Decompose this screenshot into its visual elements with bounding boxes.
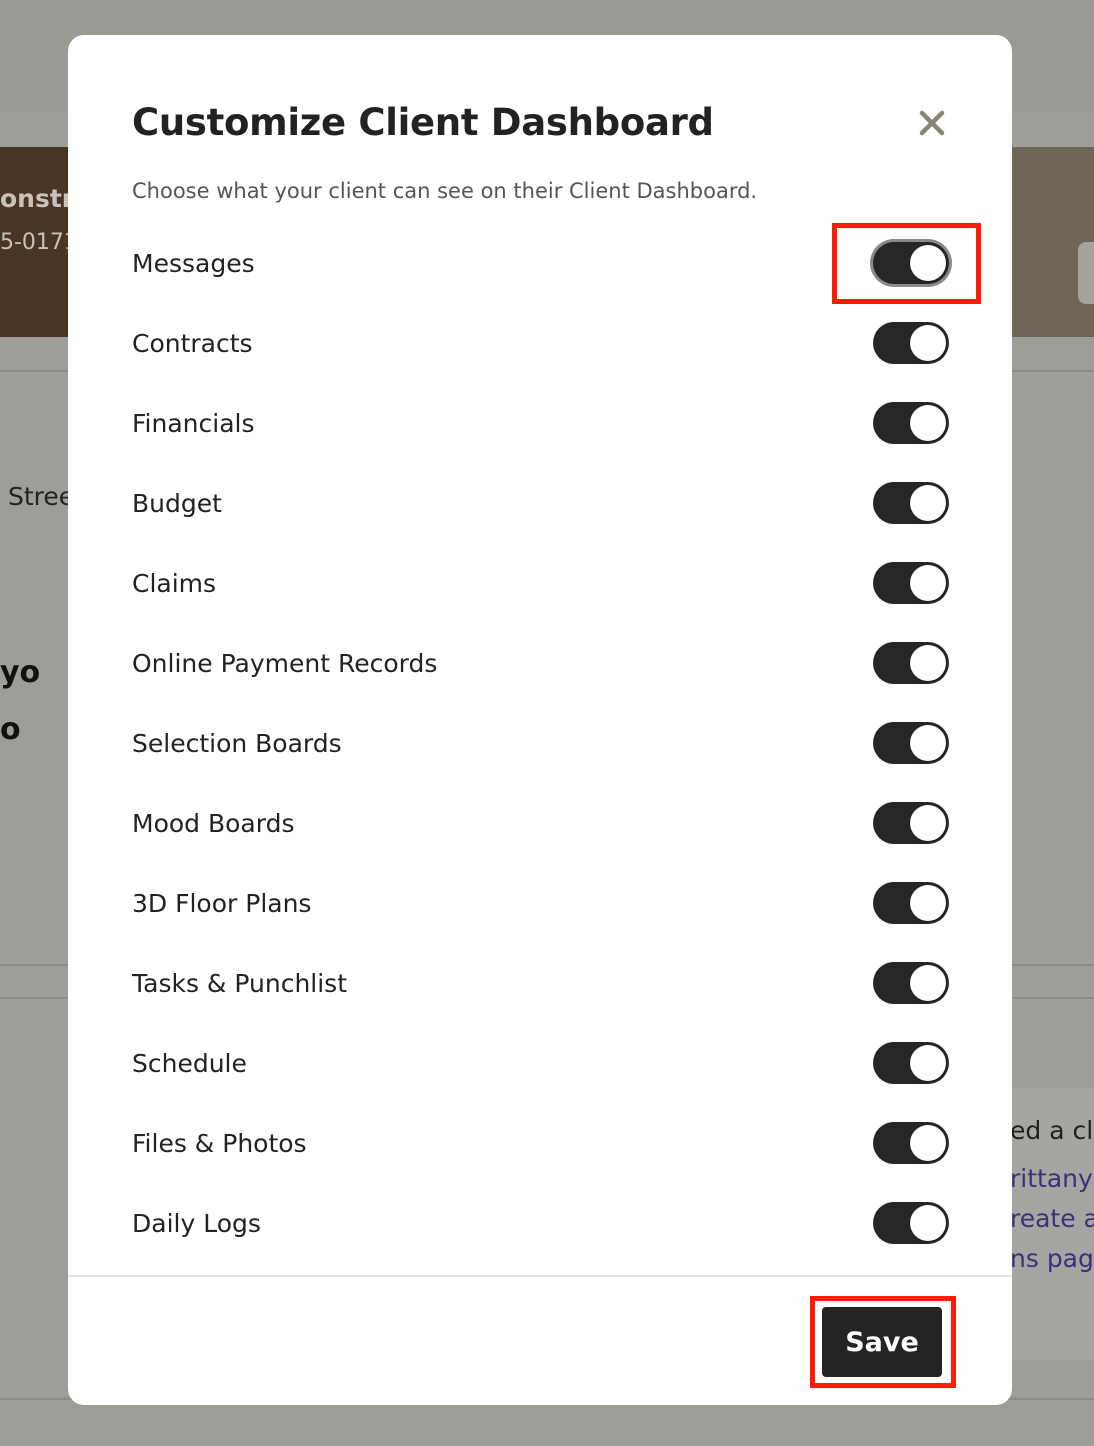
schedule-toggle[interactable] [873,1042,949,1084]
toggle-knob [910,245,946,281]
background-hero-image-right [1010,147,1094,337]
background-heading: yo [0,655,41,690]
background-card-text: ed a cla [1010,1116,1094,1145]
close-button[interactable] [914,105,950,141]
toggle-label: Online Payment Records [132,648,438,678]
toggle-label: Claims [132,568,217,598]
background-card-link: ns page [1010,1244,1094,1273]
toggle-row-daily-logs: Daily Logs [132,1193,952,1253]
daily-logs-toggle[interactable] [873,1202,949,1244]
toggle-row-tasks-punchlist: Tasks & Punchlist [132,953,952,1013]
toggle-row-contracts: Contracts [132,313,952,373]
toggle-knob [910,325,946,361]
mood-boards-toggle[interactable] [873,802,949,844]
toggle-knob [910,1205,946,1241]
toggle-knob [910,725,946,761]
toggle-label: Contracts [132,328,253,358]
background-card-link: rittany [1010,1164,1093,1193]
toggle-knob [910,1045,946,1081]
save-button[interactable]: Save [822,1307,942,1377]
toggle-row-messages: Messages [132,233,952,293]
toggle-knob [910,485,946,521]
online-payment-records-toggle[interactable] [873,642,949,684]
toggle-label: Budget [132,488,222,518]
background-hero-button [1078,242,1094,304]
toggle-row-files-photos: Files & Photos [132,1113,952,1173]
toggle-label: Financials [132,408,255,438]
files-photos-toggle[interactable] [873,1122,949,1164]
toggle-knob [910,965,946,1001]
toggle-label: Schedule [132,1048,247,1078]
toggle-label: Messages [132,248,255,278]
background-phone: 5-0171 [0,230,78,255]
toggle-row-selection-boards: Selection Boards [132,713,952,773]
toggle-label: Files & Photos [132,1128,307,1158]
toggle-label: Mood Boards [132,808,295,838]
toggle-row-online-payment-records: Online Payment Records [132,633,952,693]
toggle-label: Daily Logs [132,1208,261,1238]
background-street: Stree [8,482,75,511]
toggle-label: Selection Boards [132,728,342,758]
toggle-row-mood-boards: Mood Boards [132,793,952,853]
toggle-knob [910,885,946,921]
toggle-row-budget: Budget [132,473,952,533]
toggle-label: 3D Floor Plans [132,888,312,918]
background-card-link: reate a [1010,1204,1094,1233]
budget-toggle[interactable] [873,482,949,524]
toggle-knob [910,565,946,601]
tasks-punchlist-toggle[interactable] [873,962,949,1004]
toggle-row-financials: Financials [132,393,952,453]
toggle-knob [910,405,946,441]
customize-dashboard-modal: Customize Client Dashboard Choose what y… [68,35,1012,1405]
toggle-row-3d-floor-plans: 3D Floor Plans [132,873,952,933]
modal-title: Customize Client Dashboard [132,101,714,144]
close-icon [919,110,945,136]
toggle-knob [910,1125,946,1161]
footer-divider [68,1275,1012,1277]
financials-toggle[interactable] [873,402,949,444]
messages-toggle[interactable] [873,242,949,284]
toggle-knob [910,645,946,681]
toggle-row-schedule: Schedule [132,1033,952,1093]
modal-description: Choose what your client can see on their… [132,179,758,203]
contracts-toggle[interactable] [873,322,949,364]
3d-floor-plans-toggle[interactable] [873,882,949,924]
toggle-label: Tasks & Punchlist [132,968,348,998]
toggle-row-claims: Claims [132,553,952,613]
toggle-knob [910,805,946,841]
background-heading-2: o [0,712,21,747]
selection-boards-toggle[interactable] [873,722,949,764]
claims-toggle[interactable] [873,562,949,604]
